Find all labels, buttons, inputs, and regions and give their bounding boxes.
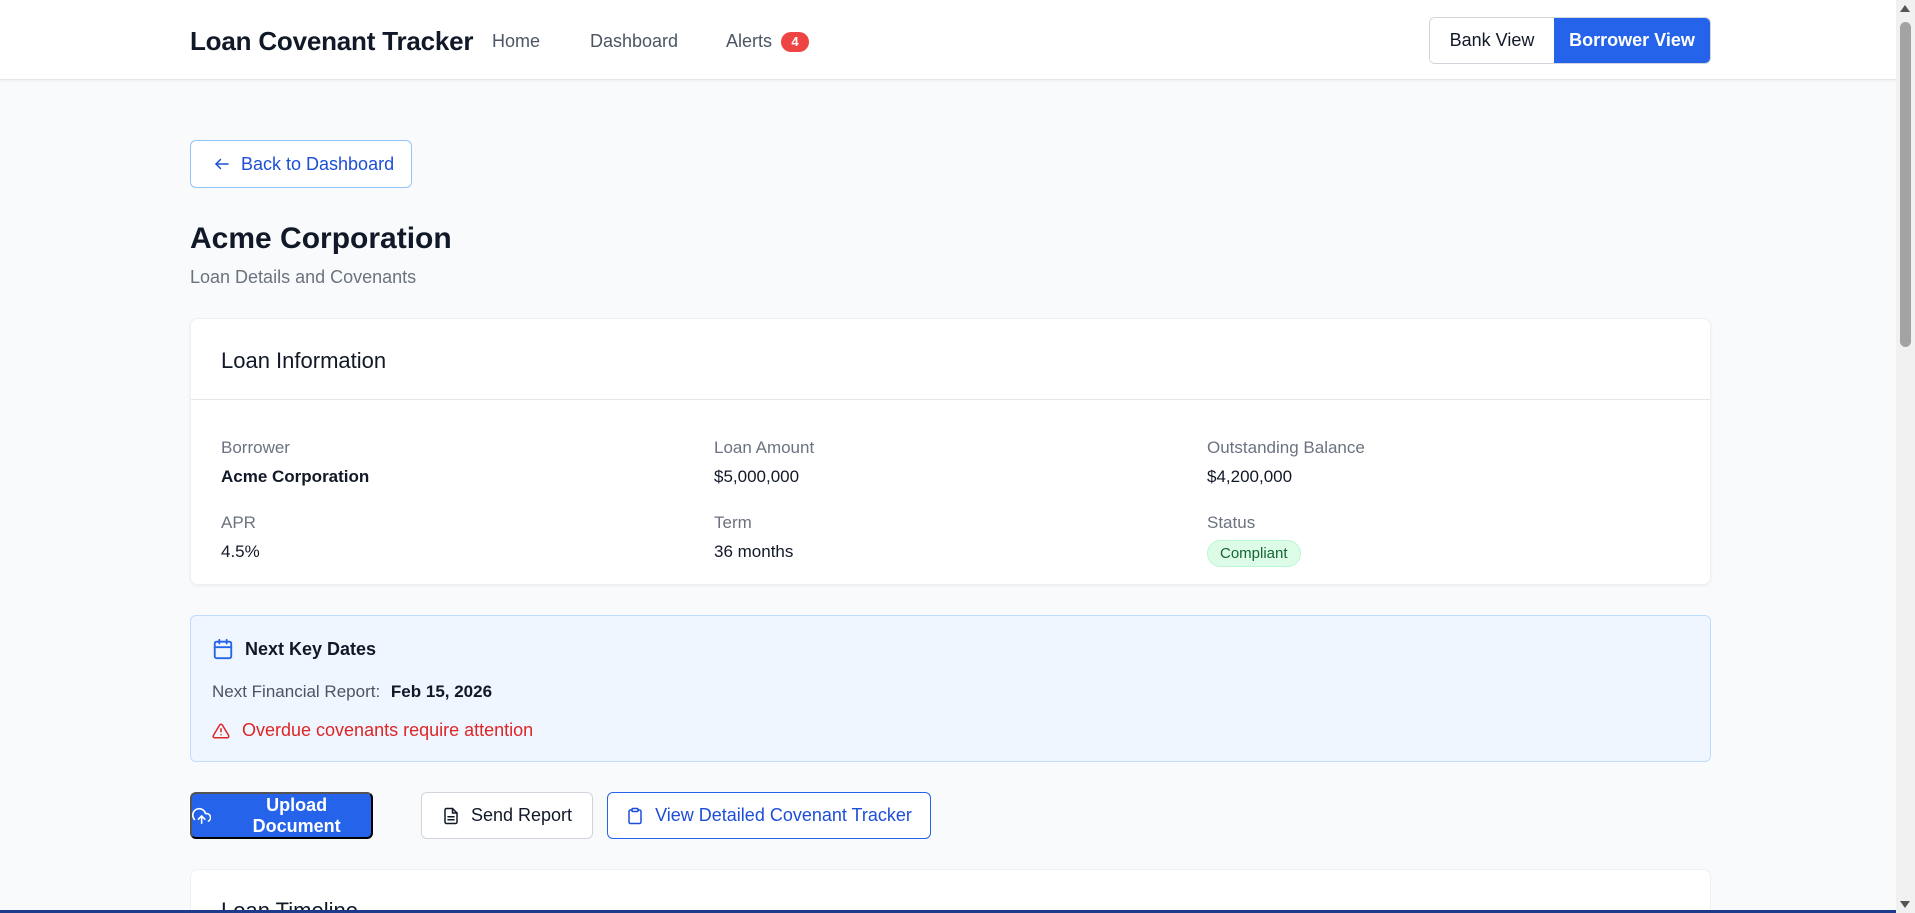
next-report-label: Next Financial Report: [212,682,381,701]
loan-timeline-card: Loan Timeline [190,869,1711,913]
term-label: Term [714,513,752,532]
status-label: Status [1207,513,1256,532]
loan-amount-field: Loan Amount $5,000,000 [714,438,814,487]
view-covenant-tracker-label: View Detailed Covenant Tracker [655,805,912,825]
upload-cloud-icon [192,807,212,824]
top-navbar: Loan Covenant Tracker Home Dashboard Ale… [0,0,1896,80]
send-report-button[interactable]: Send Report [421,792,593,839]
scroll-up-arrow-icon[interactable] [1900,5,1910,12]
term-field: Term 36 months [714,513,793,562]
loan-information-heading: Loan Information [191,319,1710,400]
outstanding-balance-field: Outstanding Balance $4,200,000 [1207,438,1365,487]
upload-document-button[interactable]: Upload Document [190,792,373,839]
page-title: Acme Corporation [190,222,452,255]
apr-label: APR [221,513,256,532]
loan-amount-value: $5,000,000 [714,467,800,486]
borrower-field: Borrower Acme Corporation [221,438,369,487]
arrow-left-icon [215,158,229,170]
upload-document-label: Upload Document [252,794,341,836]
scrollbar-thumb[interactable] [1900,22,1911,347]
overdue-alert: Overdue covenants require attention [212,720,533,741]
nav-home[interactable]: Home [492,31,540,52]
view-toggle: Bank View Borrower View [1429,17,1711,64]
borrower-view-button[interactable]: Borrower View [1554,18,1710,63]
next-financial-report: Next Financial Report: Feb 15, 2026 [212,682,492,702]
vertical-scrollbar[interactable] [1896,0,1915,913]
send-report-label: Send Report [470,805,573,825]
clipboard-icon [628,807,642,824]
term-value: 36 months [714,542,794,561]
page-subtitle: Loan Details and Covenants [190,267,417,287]
next-key-dates-panel: Next Key Dates Next Financial Report: Fe… [190,615,1711,762]
document-icon [444,807,458,824]
apr-field: APR 4.5% [221,513,260,562]
status-field: Status Compliant [1207,513,1301,567]
next-key-dates-heading: Next Key Dates [212,638,376,660]
apr-value: 4.5% [221,542,260,561]
next-report-date: Feb 15, 2026 [390,682,493,701]
next-key-dates-title: Next Key Dates [245,638,377,659]
nav-alerts[interactable]: Alerts 4 [726,31,810,52]
nav-dashboard[interactable]: Dashboard [590,31,678,52]
outstanding-balance-value: $4,200,000 [1207,467,1293,486]
back-button-label: Back to Dashboard [241,153,395,174]
outstanding-balance-label: Outstanding Balance [1207,438,1365,457]
warning-triangle-icon [212,722,230,738]
loan-amount-label: Loan Amount [714,438,815,457]
scroll-down-arrow-icon[interactable] [1900,901,1910,908]
borrower-value: Acme Corporation [221,467,370,486]
overdue-alert-text: Overdue covenants require attention [242,720,534,740]
loan-information-card: Loan Information Borrower Acme Corporati… [190,318,1711,585]
back-to-dashboard-button[interactable]: Back to Dashboard [190,140,412,188]
alerts-count-badge: 4 [781,31,810,52]
app-brand[interactable]: Loan Covenant Tracker [190,26,474,57]
bank-view-button[interactable]: Bank View [1430,18,1554,63]
borrower-label: Borrower [221,438,290,457]
nav-alerts-label: Alerts [726,31,773,51]
calendar-icon [213,638,233,660]
status-badge: Compliant [1207,540,1301,567]
view-covenant-tracker-button[interactable]: View Detailed Covenant Tracker [607,792,931,839]
